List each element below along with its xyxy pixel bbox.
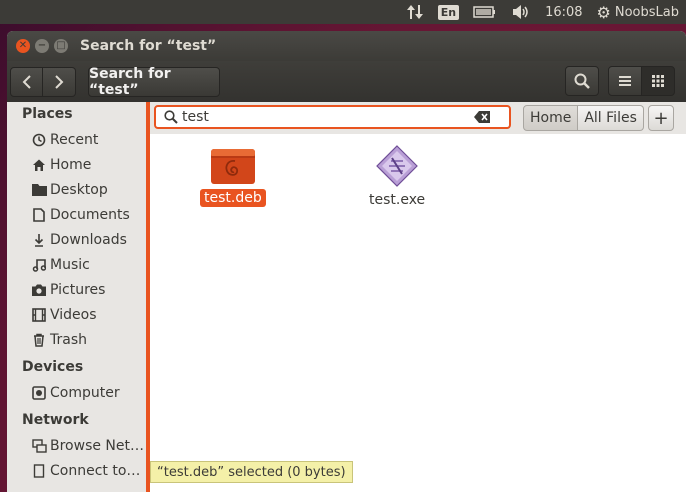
computer-icon xyxy=(31,385,47,400)
sidebar-item-home[interactable]: Home xyxy=(7,152,146,177)
status-bar: “test.deb” selected (0 bytes) xyxy=(150,461,353,483)
sidebar-item-downloads[interactable]: Downloads xyxy=(7,227,146,252)
sidebar-item-label: Recent xyxy=(50,131,99,148)
search-location-all-files-button[interactable]: All Files xyxy=(578,105,644,131)
search-location-toggle: Home All Files xyxy=(523,105,644,131)
chevron-left-icon xyxy=(22,74,31,89)
grid-view-icon xyxy=(652,75,664,87)
top-panel: En 16:08 ⚙ NoobsLab xyxy=(0,0,686,24)
grid-view-button[interactable] xyxy=(641,66,675,96)
file-label: test.deb xyxy=(200,189,266,207)
file-manager-window: ✕ − □ Search for “test” Search for “test… xyxy=(7,31,686,492)
search-icon xyxy=(164,110,178,124)
downloads-icon xyxy=(31,233,47,247)
pictures-icon xyxy=(31,284,47,296)
sidebar-item-documents[interactable]: Documents xyxy=(7,202,146,227)
file-item-test-exe[interactable]: test.exe xyxy=(365,145,429,209)
sidebar-item-connect-to-server[interactable]: Connect to… xyxy=(7,458,146,483)
network-transfer-icon[interactable] xyxy=(399,0,431,24)
search-bar: Home All Files + xyxy=(150,102,686,134)
window-title: Search for “test” xyxy=(80,38,217,54)
title-bar[interactable]: ✕ − □ Search for “test” xyxy=(7,31,686,61)
debian-package-icon xyxy=(210,149,255,184)
places-header: Places xyxy=(22,106,73,122)
settings-gear-icon: ⚙ xyxy=(596,2,611,22)
documents-icon xyxy=(31,207,47,222)
sidebar-item-label: Trash xyxy=(50,331,87,348)
sidebar-item-computer[interactable]: Computer xyxy=(7,380,146,405)
sidebar-item-label: Pictures xyxy=(50,281,106,298)
language-badge: En xyxy=(437,4,460,20)
forward-button[interactable] xyxy=(43,66,76,97)
path-bar-button[interactable]: Search for “test” xyxy=(88,66,220,98)
file-label: test.exe xyxy=(369,192,426,208)
sidebar-item-label: Computer xyxy=(50,384,120,401)
search-location-home-button[interactable]: Home xyxy=(523,105,579,131)
sidebar-item-desktop[interactable]: Desktop xyxy=(7,177,146,202)
nav-buttons xyxy=(10,66,76,97)
executable-icon xyxy=(376,145,418,187)
toolbar: Search for “test” xyxy=(7,61,686,102)
network-header: Network xyxy=(22,412,89,428)
sidebar-item-label: Browse Net… xyxy=(50,437,145,454)
search-toggle-button[interactable] xyxy=(565,66,599,96)
network-icon xyxy=(31,438,47,453)
connect-icon xyxy=(31,463,47,478)
keyboard-layout-indicator[interactable]: En xyxy=(431,0,466,24)
back-button[interactable] xyxy=(10,66,43,97)
minimize-window-button[interactable]: − xyxy=(35,39,49,53)
sidebar-item-videos[interactable]: Videos xyxy=(7,302,146,327)
sidebar-item-pictures[interactable]: Pictures xyxy=(7,277,146,302)
search-entry-container xyxy=(154,105,511,129)
music-icon xyxy=(31,258,47,272)
desktop-folder-icon xyxy=(31,183,47,196)
close-window-button[interactable]: ✕ xyxy=(16,39,30,53)
add-search-criteria-button[interactable]: + xyxy=(648,105,674,131)
user-name: NoobsLab xyxy=(614,4,679,20)
file-item-test-deb[interactable]: test.deb xyxy=(200,147,266,207)
clock[interactable]: 16:08 xyxy=(538,0,589,24)
sidebar-item-label: Downloads xyxy=(50,231,127,248)
sidebar-item-recent[interactable]: Recent xyxy=(7,127,146,152)
videos-icon xyxy=(31,307,47,322)
trash-icon xyxy=(31,333,47,347)
sidebar-item-label: Documents xyxy=(50,206,130,223)
list-view-button[interactable] xyxy=(608,66,642,96)
user-menu[interactable]: ⚙ NoobsLab xyxy=(590,0,686,24)
home-icon xyxy=(31,158,47,172)
maximize-window-button[interactable]: □ xyxy=(54,39,68,53)
sidebar-item-label: Connect to… xyxy=(50,462,141,479)
sidebar-item-label: Desktop xyxy=(50,181,108,198)
devices-header: Devices xyxy=(22,359,84,375)
file-view[interactable]: test.deb test.exe xyxy=(150,134,686,492)
sidebar-item-label: Music xyxy=(50,256,90,273)
sidebar-item-browse-network[interactable]: Browse Net… xyxy=(7,433,146,458)
battery-icon[interactable] xyxy=(466,0,504,24)
recent-icon xyxy=(31,133,47,147)
sidebar-item-trash[interactable]: Trash xyxy=(7,327,146,352)
volume-icon[interactable] xyxy=(504,0,538,24)
chevron-right-icon xyxy=(55,74,64,89)
list-view-icon xyxy=(619,76,631,86)
search-input[interactable] xyxy=(182,109,472,125)
sidebar: Places Recent Home Desktop Documents Dow… xyxy=(7,102,146,492)
clear-search-icon[interactable] xyxy=(474,111,490,123)
sidebar-item-label: Videos xyxy=(50,306,97,323)
sidebar-item-label: Home xyxy=(50,156,92,173)
sidebar-item-music[interactable]: Music xyxy=(7,252,146,277)
search-icon xyxy=(574,73,590,89)
